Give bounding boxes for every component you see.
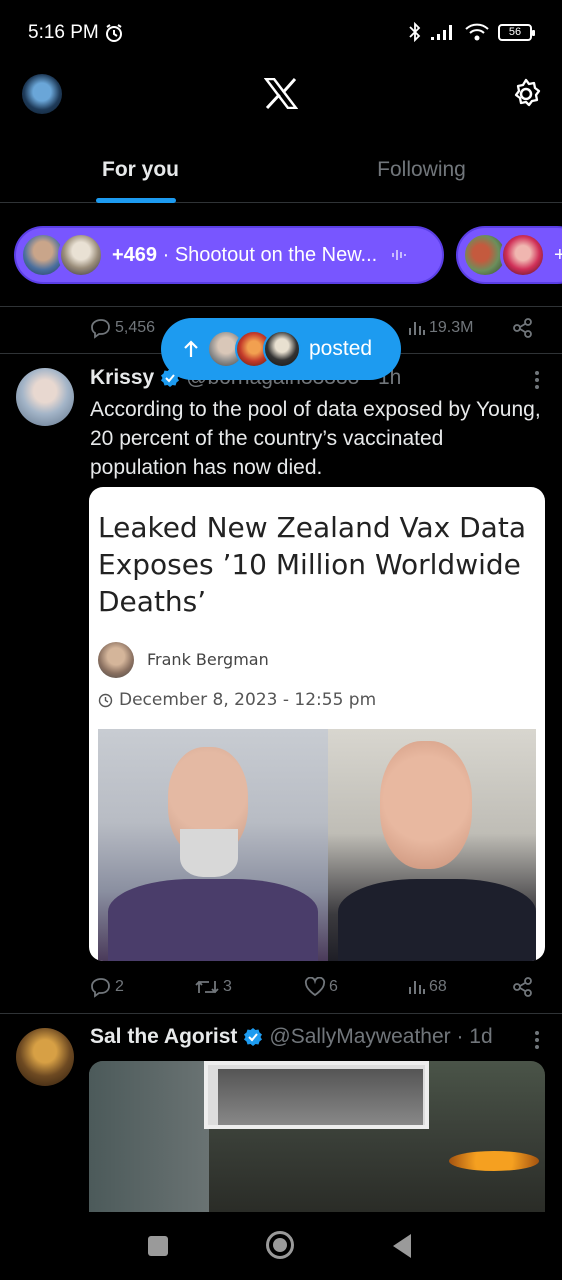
tab-following[interactable]: Following: [281, 140, 562, 202]
tab-for-you[interactable]: For you: [0, 140, 281, 202]
photo-left: [98, 729, 328, 961]
share-icon: [513, 318, 532, 338]
more-options-icon[interactable]: [534, 370, 540, 390]
tweet-actions: 2 3 6 68: [90, 972, 538, 1002]
wifi-icon: [465, 23, 489, 41]
clock-icon: [98, 693, 113, 707]
tweet-author-avatar[interactable]: [16, 1028, 74, 1086]
article-image: [98, 729, 536, 961]
back-button[interactable]: [393, 1234, 411, 1258]
article-author-name: Frank Bergman: [147, 650, 269, 669]
app-header: [0, 66, 562, 126]
like-button[interactable]: 6: [304, 977, 338, 997]
share-icon: [513, 977, 532, 997]
article-author-avatar: [98, 642, 134, 678]
heart-icon: [304, 977, 326, 997]
space-host-avatar: [500, 232, 546, 278]
reply-icon: [91, 319, 110, 339]
status-icons: 56: [408, 22, 535, 42]
article-date: December 8, 2023 - 12:55 pm: [98, 690, 376, 710]
spaces-row: +469 · Shootout on the New... +: [0, 224, 562, 286]
profile-avatar[interactable]: [22, 74, 62, 114]
article-date-text: December 8, 2023 - 12:55 pm: [119, 690, 377, 710]
space-listener-count: +469: [112, 243, 158, 266]
tweet-media-image[interactable]: [89, 1061, 545, 1212]
alarm-icon: [106, 24, 122, 42]
tweet-header: Sal the Agorist @SallyMayweather · 1d: [90, 1025, 493, 1049]
like-count: 6: [329, 978, 338, 995]
new-posts-pill[interactable]: posted: [161, 318, 401, 380]
views-icon: [409, 322, 425, 335]
tweet-author-name[interactable]: Sal the Agorist: [90, 1025, 237, 1049]
space-pill[interactable]: +: [456, 226, 562, 284]
tweet-author-name[interactable]: Krissy: [90, 366, 154, 390]
views-count: 68: [429, 978, 447, 995]
views-button[interactable]: 68: [408, 978, 447, 996]
new-posts-label: posted: [309, 337, 373, 360]
recents-button[interactable]: [148, 1236, 168, 1256]
system-nav-bar: [0, 1212, 562, 1280]
arrow-up-icon: [184, 340, 198, 357]
reply-count: 5,456: [115, 319, 156, 336]
repost-count: 3: [223, 978, 232, 995]
views-count: 19.3M: [429, 319, 474, 336]
reply-button[interactable]: 5,456: [90, 317, 155, 339]
reply-icon: [91, 978, 110, 998]
space-title: · Shootout on the New...: [162, 243, 378, 266]
space-pill[interactable]: +469 · Shootout on the New...: [14, 226, 444, 284]
audio-wave-icon: [392, 250, 407, 260]
views-icon: [409, 981, 425, 994]
bluetooth-icon: [409, 22, 421, 42]
space-host-avatar: [58, 232, 104, 278]
tweet-author-avatar[interactable]: [16, 368, 74, 426]
divider: [0, 306, 562, 307]
share-button[interactable]: [512, 976, 534, 998]
tweet-author-handle[interactable]: @SallyMayweather · 1d: [269, 1025, 492, 1049]
repost-button[interactable]: 3: [194, 977, 232, 997]
reply-count: 2: [115, 978, 124, 995]
home-button[interactable]: [266, 1231, 294, 1259]
status-time: 5:16 PM: [28, 22, 99, 43]
battery-indicator: 56: [498, 23, 535, 41]
reply-button[interactable]: 2: [90, 976, 124, 998]
gear-icon[interactable]: [510, 78, 542, 110]
divider: [0, 1013, 562, 1014]
article-card[interactable]: Leaked New Zealand Vax Data Exposes ’10 …: [89, 487, 545, 961]
share-button[interactable]: [512, 317, 534, 339]
article-title: Leaked New Zealand Vax Data Exposes ’10 …: [98, 511, 526, 618]
photo-right: [328, 729, 536, 961]
poster-avatar: [263, 330, 301, 368]
space-listener-count: +: [554, 243, 562, 266]
repost-icon: [195, 980, 219, 994]
views-button[interactable]: 19.3M: [408, 319, 473, 337]
signal-icon: [431, 25, 452, 40]
more-options-icon[interactable]: [534, 1030, 540, 1050]
tweet-text: According to the pool of data exposed by…: [90, 398, 541, 479]
tab-indicator: [96, 198, 176, 203]
feed-tabs: For you Following: [0, 140, 562, 203]
verified-badge-icon: [244, 1028, 263, 1046]
status-bar: 5:16 PM 56: [0, 0, 562, 66]
x-logo-icon[interactable]: [264, 78, 298, 109]
